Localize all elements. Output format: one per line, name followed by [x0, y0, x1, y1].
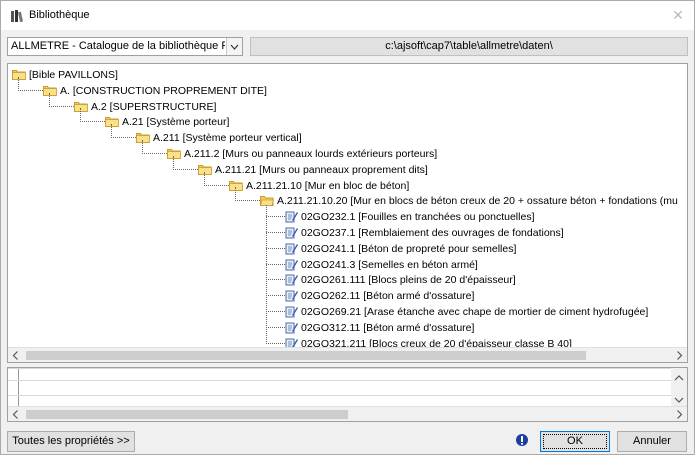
- properties-row-line: [8, 368, 671, 369]
- tree-connector: [204, 171, 229, 186]
- chevron-down-icon[interactable]: [226, 38, 242, 55]
- tree-leaf-item[interactable]: 02GO241.1 [Béton de propreté pour semell…: [8, 241, 687, 257]
- tree-horizontal-scrollbar[interactable]: [8, 347, 687, 362]
- scroll-thumb[interactable]: [26, 410, 348, 419]
- cancel-button[interactable]: Annuler: [617, 431, 687, 452]
- tree-connector: [266, 209, 285, 218]
- scroll-up-icon[interactable]: [671, 370, 687, 386]
- tree-node-label: A.2 [SUPERSTRUCTURE]: [91, 100, 217, 113]
- properties-row-line: [8, 395, 671, 396]
- properties-column-divider: [18, 368, 19, 408]
- tree-leaf-item[interactable]: 02GO241.3 [Semelles en béton armé]: [8, 257, 687, 273]
- info-icon[interactable]: [515, 433, 529, 447]
- tree-leaf-item[interactable]: 02GO269.21 [Arase étanche avec chape de …: [8, 304, 687, 320]
- tree-node-label: A.211.21 [Murs ou panneaux proprement di…: [215, 163, 428, 176]
- library-dialog: Bibliothèque ✕ ALLMETRE - Catalogue de l…: [0, 0, 695, 455]
- catalog-select[interactable]: ALLMETRE - Catalogue de la bibliothèque …: [7, 37, 243, 56]
- scroll-thumb[interactable]: [26, 351, 586, 360]
- tree-item-label: 02GO232.1 [Fouilles en tranchées ou ponc…: [301, 211, 535, 224]
- tree-item-label: 02GO269.21 [Arase étanche avec chape de …: [301, 306, 649, 318]
- properties-horizontal-scrollbar[interactable]: [8, 406, 687, 421]
- tree-connector: [142, 140, 167, 154]
- tree-connector: [266, 257, 285, 265]
- library-path-field: c:\ajsoft\cap7\table\allmetre\daten\: [250, 37, 688, 56]
- tree-connector: [266, 272, 285, 281]
- ok-button[interactable]: OK: [540, 431, 610, 452]
- tree-node[interactable]: A.211 [Système porteur vertical]: [8, 124, 687, 146]
- tree-node[interactable]: A. [CONSTRUCTION PROPREMENT DITE]: [8, 76, 687, 99]
- scroll-left-icon[interactable]: [8, 348, 24, 362]
- tree-connector: [80, 108, 105, 123]
- tree-connector: [266, 288, 285, 297]
- all-properties-button[interactable]: Toutes les propriétés >>: [7, 431, 135, 452]
- tree-node[interactable]: A.211.21.10.20 [Mur en blocs de béton cr…: [8, 187, 687, 209]
- focus-ring: [543, 434, 607, 449]
- tree-leaf-item[interactable]: 02GO237.1 [Remblaiement des ouvrages de …: [8, 225, 687, 241]
- tree-node[interactable]: A.211.21.10 [Mur en bloc de béton]: [8, 171, 687, 194]
- tree-item-label: 02GO312.11 [Béton armé d'ossature]: [301, 321, 475, 334]
- properties-row-line: [8, 380, 671, 381]
- close-button[interactable]: ✕: [670, 7, 686, 23]
- tree-node-label: A. [CONSTRUCTION PROPREMENT DITE]: [60, 84, 267, 97]
- tree-connector: [266, 241, 285, 249]
- scroll-right-icon[interactable]: [671, 348, 687, 362]
- tree-connector: [173, 155, 198, 170]
- scroll-right-icon[interactable]: [671, 407, 687, 421]
- tree-connector: [235, 187, 260, 202]
- tree-connector: [266, 304, 285, 312]
- properties-panel: [7, 367, 688, 422]
- title-bar: Bibliothèque ✕: [1, 1, 694, 30]
- tree-item-label: 02GO241.3 [Semelles en béton armé]: [301, 258, 478, 271]
- tree-node[interactable]: A.211.21 [Murs ou panneaux proprement di…: [8, 155, 687, 178]
- tree-node-label: A.211.2 [Murs ou panneaux lourds extérie…: [184, 148, 438, 160]
- tree-node[interactable]: [Bible PAVILLONS]: [8, 67, 687, 83]
- tree-item-label: 02GO241.1 [Béton de propreté pour semell…: [301, 242, 517, 255]
- tree-connector: [266, 225, 285, 233]
- tree-node-label: A.211.21.10 [Mur en bloc de béton]: [246, 179, 410, 192]
- tree-item-label: 02GO262.11 [Béton armé d'ossature]: [301, 290, 475, 303]
- scroll-left-icon[interactable]: [8, 407, 24, 421]
- window-title: Bibliothèque: [29, 9, 90, 21]
- tree-connector: [49, 92, 74, 107]
- tree-connector: [266, 320, 285, 328]
- tree-connector: [266, 336, 285, 344]
- tree-leaf-item[interactable]: 02GO261.111 [Blocs pleins de 20 d'épaiss…: [8, 272, 687, 288]
- catalog-select-value: ALLMETRE - Catalogue de la bibliothèque …: [11, 40, 225, 52]
- tree-node[interactable]: A.21 [Système porteur]: [8, 108, 687, 130]
- tree-item-label: 02GO261.111 [Blocs pleins de 20 d'épaiss…: [301, 274, 516, 287]
- tree-connector: [111, 124, 136, 139]
- library-tree[interactable]: [Bible PAVILLONS] A. [CONSTRUCTION PROPRE…: [7, 63, 688, 363]
- tree-node-label: A.211.21.10.20 [Mur en blocs de béton cr…: [277, 195, 678, 208]
- tree-item-label: 02GO237.1 [Remblaiement des ouvrages de …: [301, 227, 564, 239]
- tree-node-label: A.21 [Système porteur]: [122, 116, 230, 129]
- library-icon: [11, 10, 23, 23]
- tree-leaf-item[interactable]: 02GO312.11 [Béton armé d'ossature]: [8, 320, 687, 336]
- tree-node-label: A.211 [Système porteur vertical]: [153, 132, 302, 145]
- tree-connector: [18, 76, 43, 91]
- properties-vertical-scrollbar[interactable]: [671, 368, 687, 408]
- tree-node[interactable]: A.2 [SUPERSTRUCTURE]: [8, 92, 687, 115]
- tree-leaf-item[interactable]: 02GO232.1 [Fouilles en tranchées ou ponc…: [8, 209, 687, 225]
- tree-node[interactable]: A.211.2 [Murs ou panneaux lourds extérie…: [8, 140, 687, 162]
- tree-leaf-item[interactable]: 02GO262.11 [Béton armé d'ossature]: [8, 288, 687, 304]
